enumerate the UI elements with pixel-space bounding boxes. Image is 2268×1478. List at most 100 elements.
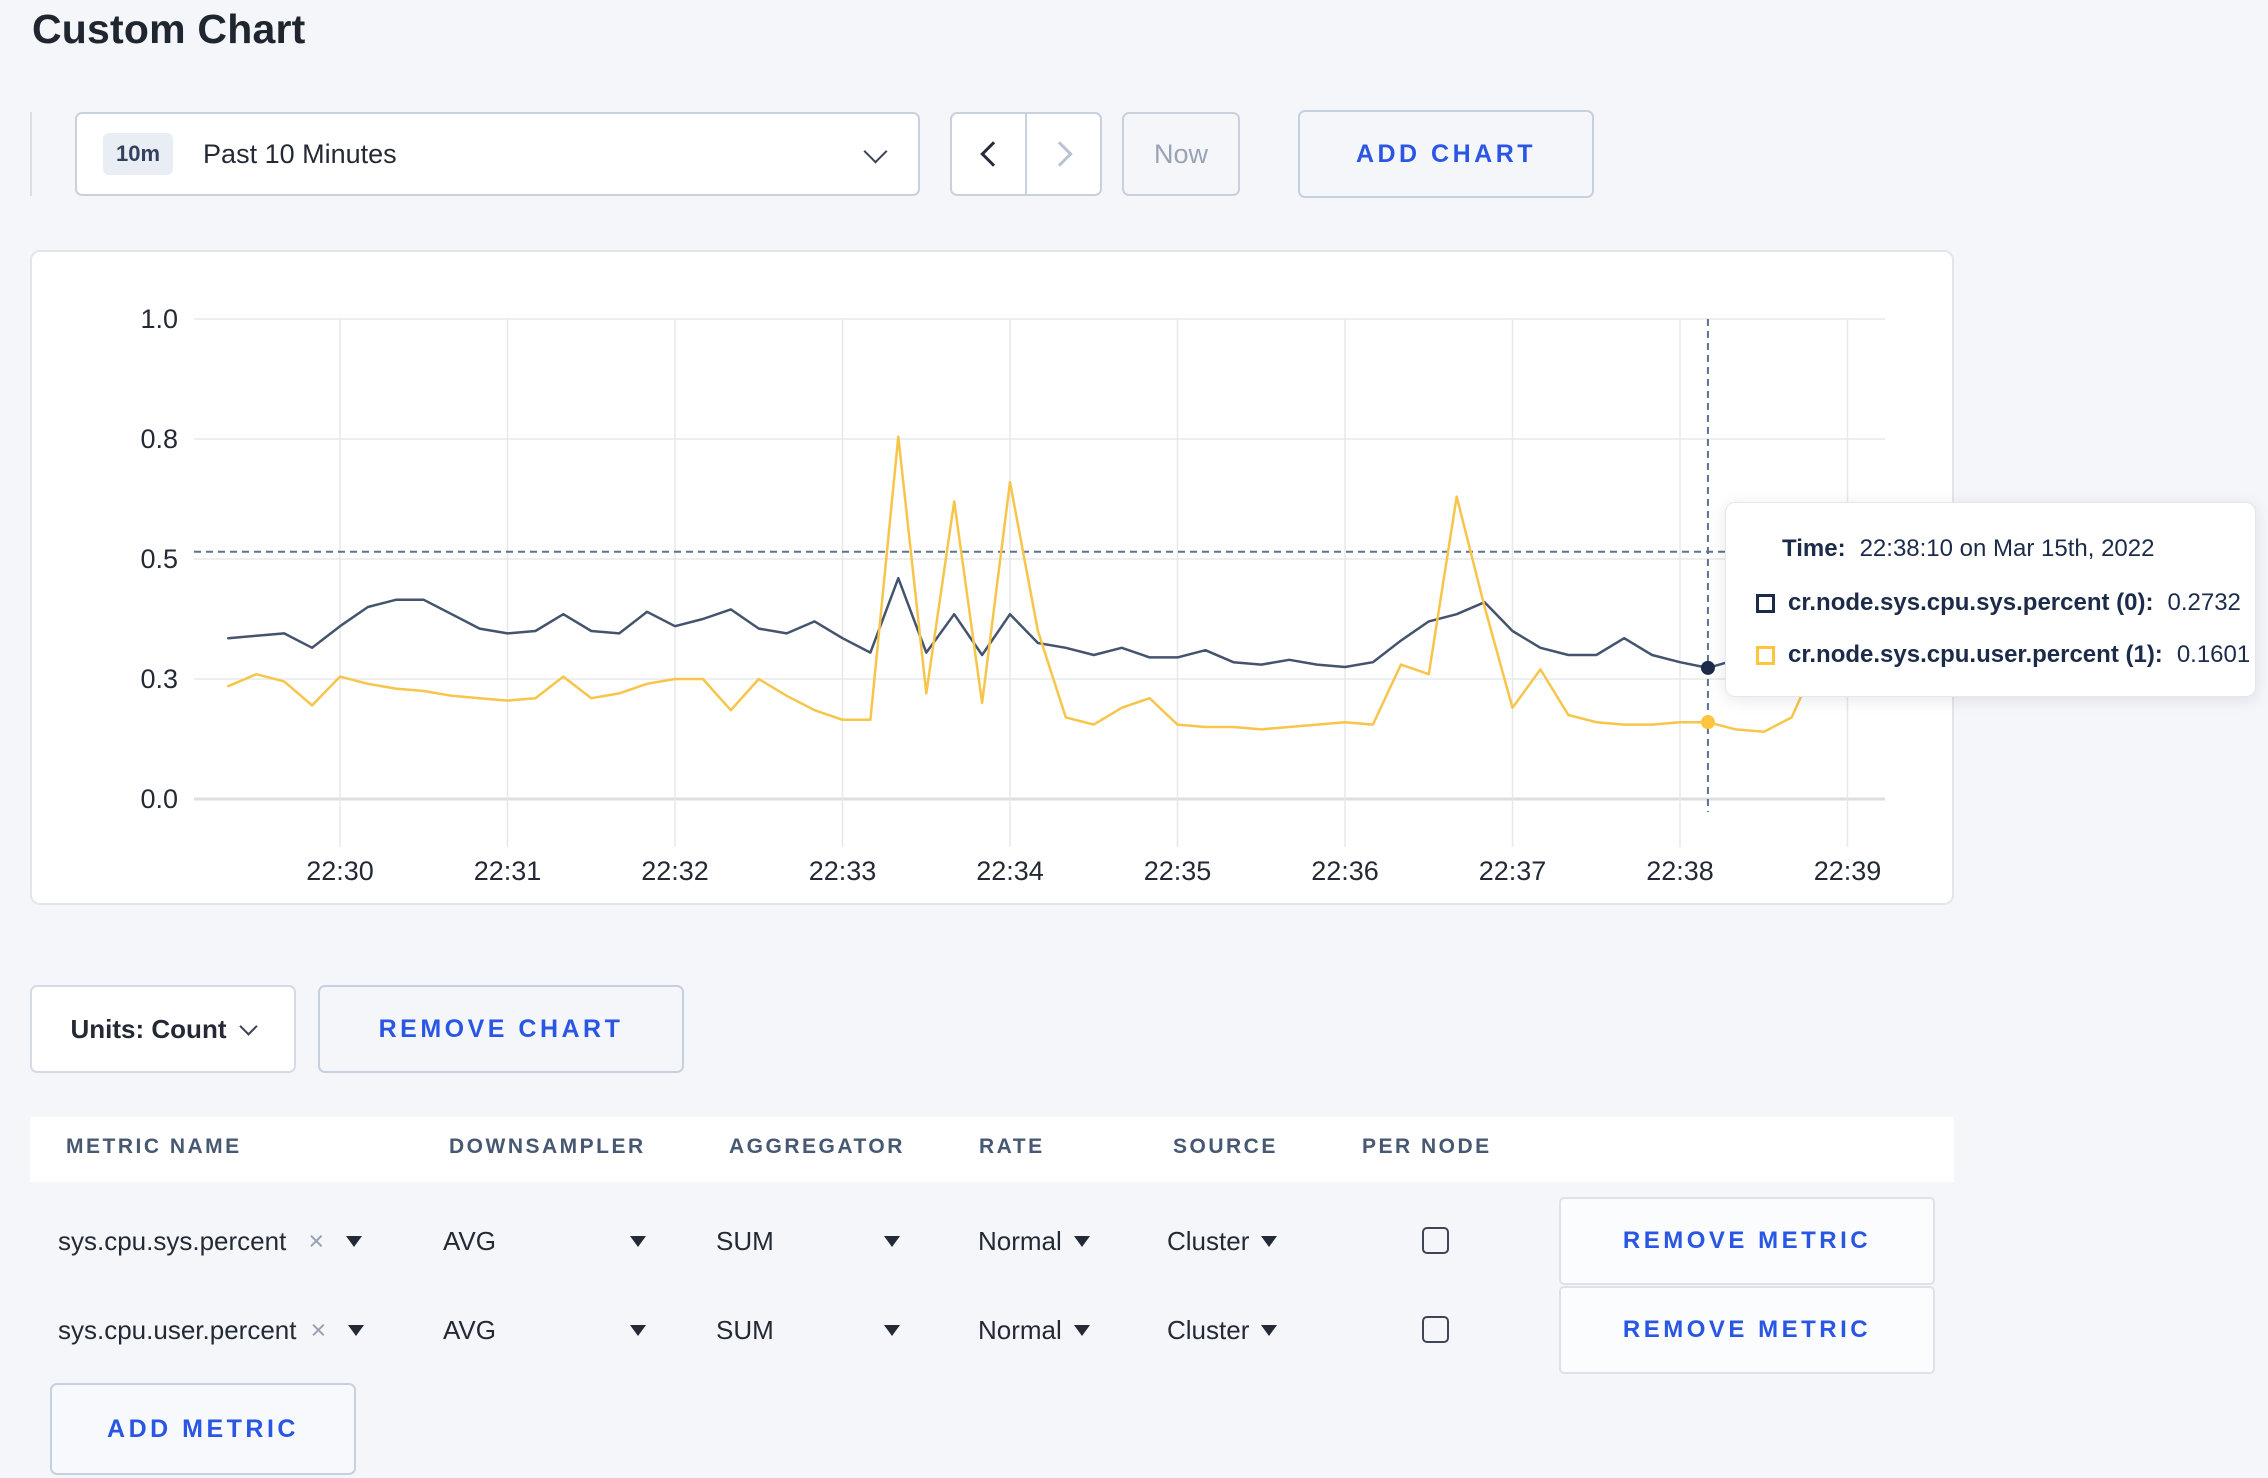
remove-chart-button[interactable]: REMOVE CHART	[318, 985, 684, 1073]
remove-metric-button[interactable]: REMOVE METRIC	[1559, 1286, 1935, 1374]
x-tick-label: 22:31	[474, 856, 542, 886]
tooltip-time-row: Time: 22:38:10 on Mar 15th, 2022	[1782, 535, 2154, 563]
caret-down-icon	[1261, 1235, 1278, 1247]
caret-down-icon	[630, 1324, 646, 1336]
chevron-left-icon	[979, 141, 1006, 167]
x-tick-label: 22:38	[1646, 856, 1714, 886]
per-node-checkbox[interactable]	[1422, 1316, 1449, 1343]
units-dropdown[interactable]: Units: Count	[30, 985, 296, 1073]
per-node-checkbox[interactable]	[1422, 1227, 1449, 1254]
downsampler-value: AVG	[443, 1314, 496, 1345]
hover-dot-0	[1700, 660, 1715, 675]
source-select[interactable]: Cluster	[1167, 1193, 1278, 1289]
col-header-aggregator: AGGREGATOR	[729, 1135, 905, 1158]
now-button[interactable]: Now	[1122, 112, 1240, 196]
tooltip-series-row: cr.node.sys.cpu.user.percent (1): 0.1601	[1756, 641, 2250, 669]
col-header-rate: RATE	[979, 1135, 1045, 1158]
x-tick-label: 22:39	[1814, 856, 1882, 886]
caret-down-icon	[346, 1235, 363, 1247]
next-time-button[interactable]	[1027, 114, 1100, 194]
y-tick-label: 0.0	[140, 784, 178, 814]
col-header-downsampler: DOWNSAMPLER	[449, 1135, 646, 1158]
time-pager	[950, 112, 1102, 196]
time-range-dropdown[interactable]: 10m Past 10 Minutes	[75, 112, 920, 196]
x-tick-label: 22:32	[641, 856, 709, 886]
col-header-per-node: PER NODE	[1362, 1135, 1492, 1158]
aggregator-value: SUM	[716, 1314, 774, 1345]
x-tick-label: 22:35	[1144, 856, 1212, 886]
downsampler-value: AVG	[443, 1225, 496, 1256]
metric-row: sys.cpu.user.percent × AVG SUM Normal Cl…	[30, 1282, 1954, 1378]
aggregator-select[interactable]: SUM	[716, 1282, 774, 1378]
remove-metric-button[interactable]: REMOVE METRIC	[1559, 1197, 1935, 1285]
tooltip-series-value: 0.2732	[2167, 589, 2241, 616]
rate-select[interactable]: Normal	[978, 1193, 1090, 1289]
x-tick-label: 22:37	[1479, 856, 1547, 886]
series-line-0	[227, 576, 1849, 670]
caret-down-icon	[884, 1324, 900, 1336]
units-label: Units: Count	[70, 1013, 227, 1044]
aggregator-select[interactable]: SUM	[716, 1193, 774, 1289]
caret-down-icon	[630, 1235, 646, 1247]
chart-tooltip: Time: 22:38:10 on Mar 15th, 2022 cr.node…	[1725, 502, 2256, 697]
add-metric-button[interactable]: ADD METRIC	[50, 1383, 356, 1475]
page-title: Custom Chart	[32, 6, 306, 52]
downsampler-select[interactable]: AVG	[443, 1193, 496, 1289]
source-value: Cluster	[1167, 1225, 1250, 1256]
tooltip-series-value: 0.1601	[2176, 641, 2251, 668]
add-chart-button[interactable]: ADD CHART	[1298, 110, 1594, 198]
x-tick-label: 22:30	[306, 856, 374, 886]
source-value: Cluster	[1167, 1314, 1250, 1345]
downsampler-caret[interactable]	[630, 1193, 646, 1289]
caret-down-icon	[1073, 1235, 1090, 1247]
col-header-source: SOURCE	[1173, 1135, 1278, 1158]
aggregator-value: SUM	[716, 1225, 774, 1256]
prev-time-button[interactable]	[952, 114, 1027, 194]
x-tick-label: 22:33	[809, 856, 877, 886]
rate-value: Normal	[978, 1314, 1062, 1345]
y-tick-label: 0.3	[140, 664, 178, 694]
metric-row: sys.cpu.sys.percent × AVG SUM Normal Clu…	[30, 1193, 1954, 1289]
downsampler-caret[interactable]	[630, 1282, 646, 1378]
col-header-metric-name: METRIC NAME	[66, 1135, 242, 1158]
series-line-1	[227, 435, 1849, 734]
metric-name-dropdown[interactable]: sys.cpu.sys.percent ×	[58, 1193, 363, 1289]
toolbar-left-rule	[30, 112, 32, 196]
x-tick-label: 22:36	[1311, 856, 1379, 886]
caret-down-icon	[1261, 1324, 1278, 1336]
time-range-badge: 10m	[103, 133, 174, 175]
caret-down-icon	[348, 1324, 365, 1336]
metric-name-label: sys.cpu.user.percent	[58, 1314, 297, 1345]
line-chart[interactable]: 0.0 0.3 0.5 0.8 1.0 22:30 22:31 22:32 22:33 22:34…	[32, 252, 1954, 905]
metric-name-dropdown[interactable]: sys.cpu.user.percent ×	[58, 1282, 365, 1378]
time-range-label: Past 10 Minutes	[203, 138, 397, 169]
clear-metric-icon[interactable]: ×	[308, 1226, 324, 1257]
metric-name-label: sys.cpu.sys.percent	[58, 1225, 287, 1256]
x-tick-label: 22:34	[976, 856, 1044, 886]
clear-metric-icon[interactable]: ×	[310, 1315, 326, 1346]
metrics-table-header: METRIC NAME DOWNSAMPLER AGGREGATOR RATE …	[30, 1117, 1954, 1182]
chart-card: 0.0 0.3 0.5 0.8 1.0 22:30 22:31 22:32 22:33 22:34…	[30, 250, 1954, 905]
chevron-right-icon	[1046, 141, 1073, 167]
tooltip-time-value: 22:38:10 on Mar 15th, 2022	[1859, 535, 2155, 562]
tooltip-series-label: cr.node.sys.cpu.user.percent (1):	[1788, 641, 2163, 668]
user-series-swatch-icon	[1756, 645, 1775, 665]
caret-down-icon	[884, 1235, 900, 1247]
tooltip-time-label: Time:	[1782, 535, 1846, 562]
hover-dot-1	[1700, 715, 1715, 730]
aggregator-caret[interactable]	[884, 1193, 900, 1289]
tooltip-series-row: cr.node.sys.cpu.sys.percent (0): 0.2732	[1756, 589, 2241, 617]
y-tick-label: 1.0	[140, 304, 178, 334]
caret-down-icon	[1073, 1324, 1090, 1336]
sys-series-swatch-icon	[1756, 593, 1775, 613]
rate-value: Normal	[978, 1225, 1062, 1256]
source-select[interactable]: Cluster	[1167, 1282, 1278, 1378]
y-tick-label: 0.5	[140, 544, 178, 574]
tooltip-series-label: cr.node.sys.cpu.sys.percent (0):	[1788, 589, 2154, 616]
downsampler-select[interactable]: AVG	[443, 1282, 496, 1378]
y-tick-label: 0.8	[140, 424, 178, 454]
chevron-down-icon	[863, 138, 888, 164]
aggregator-caret[interactable]	[884, 1282, 900, 1378]
chevron-down-icon	[239, 1017, 259, 1036]
rate-select[interactable]: Normal	[978, 1282, 1090, 1378]
